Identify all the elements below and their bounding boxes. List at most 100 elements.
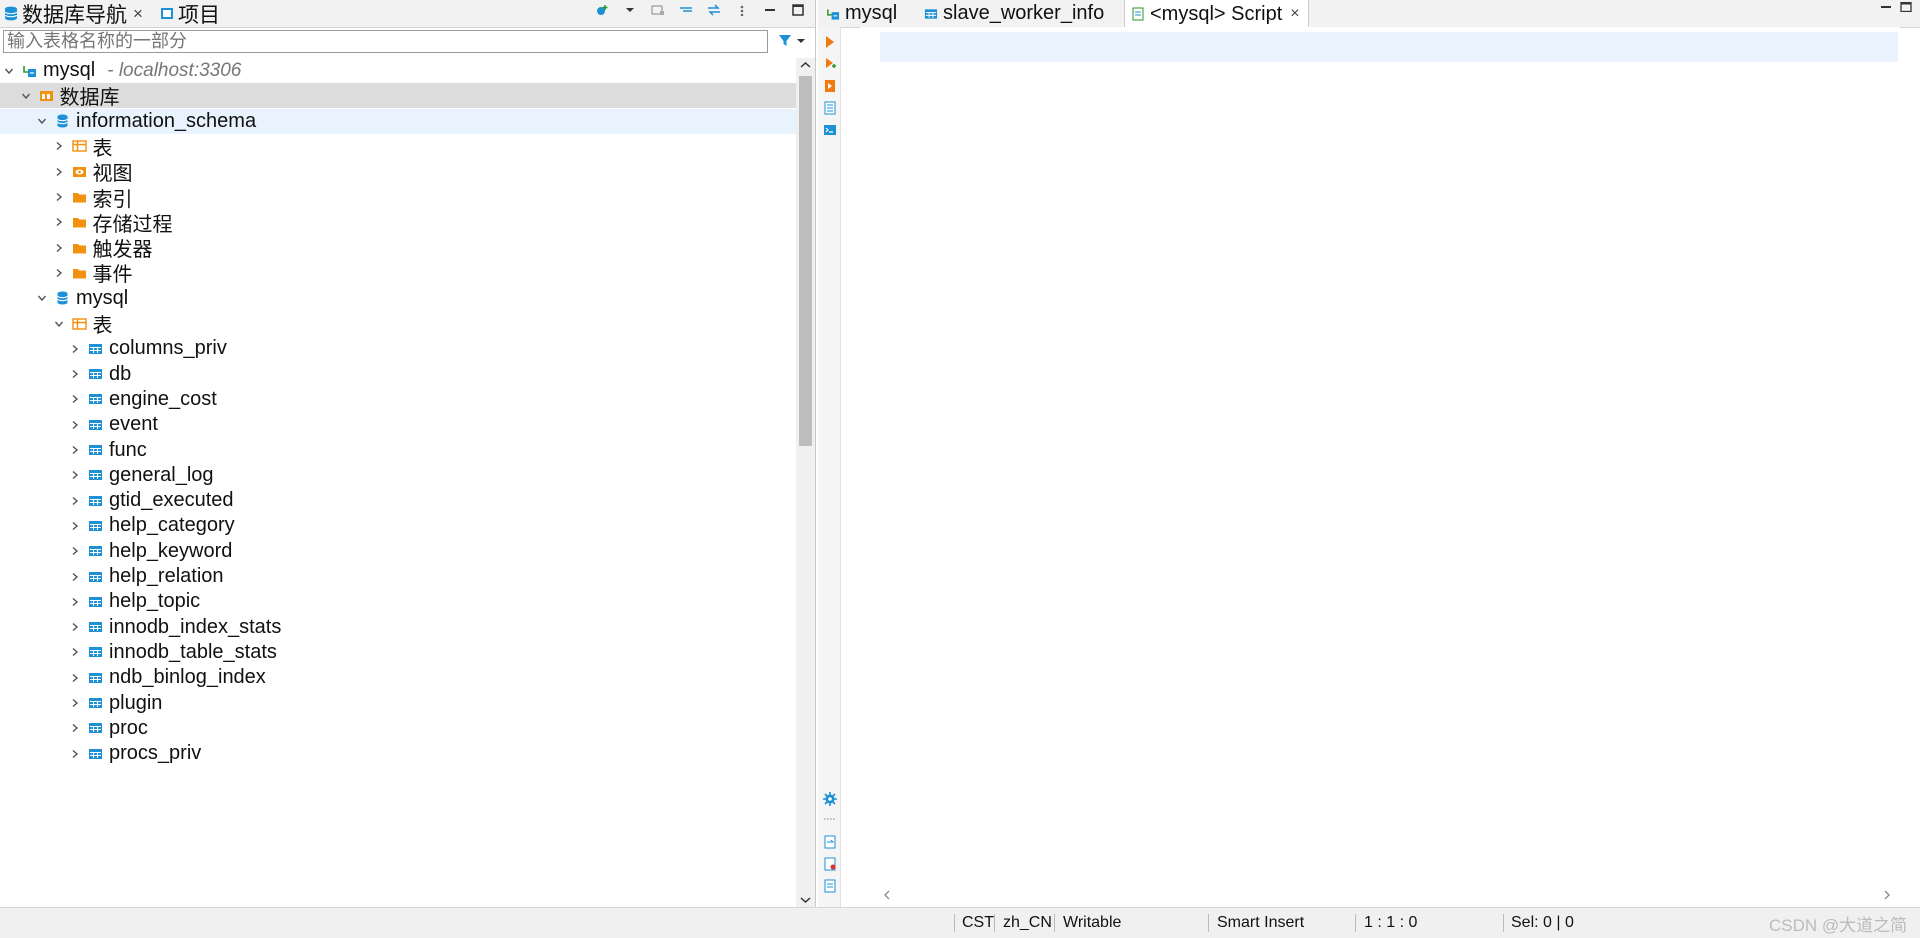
load-script-icon[interactable] <box>823 835 837 849</box>
tree-node[interactable]: procs_priv <box>0 741 796 766</box>
database-icon <box>57 291 68 305</box>
tree-node[interactable]: information_schema <box>0 108 796 134</box>
tree-node[interactable]: event <box>0 412 796 437</box>
chevron-right-icon[interactable] <box>54 167 64 177</box>
editor-tab-label: mysql <box>845 2 898 24</box>
close-icon[interactable]: × <box>133 4 143 24</box>
save-script-icon[interactable] <box>823 857 837 871</box>
chevron-right-icon[interactable] <box>70 521 80 531</box>
editor-tab[interactable]: slave_worker_info <box>924 0 1104 27</box>
view-menu-icon[interactable] <box>735 4 749 16</box>
script-file-icon[interactable] <box>823 879 837 893</box>
tab-database-navigator[interactable]: 数据库导航 × <box>4 0 143 27</box>
tree-node[interactable]: innodb_index_stats <box>0 615 796 640</box>
chevron-right-icon[interactable] <box>70 647 80 657</box>
execute-script-icon[interactable] <box>823 79 837 93</box>
minimize-icon[interactable] <box>1880 2 1892 12</box>
new-folder-icon[interactable] <box>651 4 665 16</box>
chevron-right-icon[interactable] <box>70 622 80 632</box>
tree-node[interactable]: 触发器 <box>0 235 796 261</box>
navigator-scrollbar[interactable] <box>796 58 815 907</box>
scrollbar-thumb[interactable] <box>799 76 812 446</box>
tree-node[interactable]: innodb_table_stats <box>0 640 796 665</box>
tree-node[interactable]: ndb_binlog_index <box>0 665 796 690</box>
chevron-down-icon[interactable] <box>4 66 14 76</box>
table-filter-input[interactable] <box>3 30 768 53</box>
scroll-left-icon[interactable] <box>880 888 894 902</box>
chevron-right-icon[interactable] <box>70 749 80 759</box>
chevron-right-icon[interactable] <box>54 268 64 278</box>
tree-node[interactable]: 索引 <box>0 185 796 211</box>
chevron-right-icon[interactable] <box>70 470 80 480</box>
tab-projects[interactable]: 项目 <box>160 0 220 27</box>
scroll-down-icon[interactable] <box>796 893 815 907</box>
explain-plan-icon[interactable] <box>823 101 837 115</box>
tree-node[interactable]: 存储过程 <box>0 210 796 236</box>
tree-node[interactable]: func <box>0 438 796 463</box>
console-icon[interactable] <box>823 123 837 137</box>
tree-node[interactable]: general_log <box>0 463 796 488</box>
chevron-down-icon[interactable] <box>796 36 806 46</box>
tree-node[interactable]: mysql <box>0 286 796 311</box>
scroll-right-icon[interactable] <box>1880 888 1894 902</box>
chevron-right-icon[interactable] <box>70 698 80 708</box>
tree-node[interactable]: 事件 <box>0 260 796 286</box>
chevron-right-icon[interactable] <box>54 192 64 202</box>
tree-node[interactable]: proc <box>0 716 796 741</box>
editor-tab[interactable]: mysql <box>826 0 897 27</box>
tree-node[interactable]: help_keyword <box>0 539 796 564</box>
chevron-down-icon[interactable] <box>54 319 64 329</box>
chevron-down-icon[interactable] <box>37 116 47 126</box>
tree-node[interactable]: help_category <box>0 513 796 538</box>
chevron-right-icon[interactable] <box>70 673 80 683</box>
chevron-right-icon[interactable] <box>54 141 64 151</box>
chevron-down-icon[interactable] <box>37 293 47 303</box>
new-connection-icon[interactable] <box>595 4 609 16</box>
tree-node[interactable]: 视图 <box>0 159 796 185</box>
gear-icon[interactable] <box>823 792 837 806</box>
chevron-right-icon[interactable] <box>70 496 80 506</box>
chevron-right-icon[interactable] <box>70 546 80 556</box>
status-insert-mode[interactable]: Smart Insert <box>1217 908 1304 938</box>
close-icon[interactable]: × <box>1290 5 1299 23</box>
tree-node[interactable]: plugin <box>0 691 796 716</box>
execute-in-new-tab-icon[interactable] <box>823 57 837 71</box>
chevron-right-icon[interactable] <box>54 217 64 227</box>
chevron-right-icon[interactable] <box>70 344 80 354</box>
more-dots-icon[interactable] <box>823 812 837 826</box>
tree-node[interactable]: 表 <box>0 311 796 337</box>
chevron-right-icon[interactable] <box>70 394 80 404</box>
collapse-all-icon[interactable] <box>679 4 693 16</box>
sql-editor[interactable] <box>860 27 1900 887</box>
chevron-right-icon[interactable] <box>54 243 64 253</box>
tree-node[interactable]: db <box>0 362 796 387</box>
tree-node[interactable]: columns_priv <box>0 336 796 361</box>
tree-node[interactable]: engine_cost <box>0 387 796 412</box>
chevron-down-icon[interactable] <box>21 91 31 101</box>
chevron-down-icon[interactable] <box>623 4 637 16</box>
tree-node[interactable]: help_relation <box>0 564 796 589</box>
editor-tab[interactable]: <mysql> Script × <box>1124 0 1309 28</box>
execute-statement-icon[interactable] <box>823 35 837 49</box>
maximize-icon[interactable] <box>791 4 805 16</box>
chevron-right-icon[interactable] <box>70 420 80 430</box>
chevron-right-icon[interactable] <box>70 572 80 582</box>
tree-node[interactable]: 数据库 <box>0 83 796 109</box>
chevron-right-icon[interactable] <box>70 445 80 455</box>
link-with-editor-icon[interactable] <box>707 4 721 16</box>
minimize-icon[interactable] <box>763 4 777 16</box>
tree-node[interactable]: mysql - localhost:3306 <box>0 58 796 83</box>
tree-node[interactable]: gtid_executed <box>0 488 796 513</box>
editor-horizontal-scrollbar[interactable] <box>860 887 1900 904</box>
chevron-right-icon[interactable] <box>70 369 80 379</box>
tree-node[interactable]: 表 <box>0 134 796 160</box>
scroll-up-icon[interactable] <box>796 58 815 72</box>
tree-node[interactable]: help_topic <box>0 589 796 614</box>
database-navigator-panel: 数据库导航 × 项目 mysql - localhost:3306 数据库infor… <box>0 0 816 907</box>
status-write-mode[interactable]: Writable <box>1063 908 1121 938</box>
chevron-right-icon[interactable] <box>70 723 80 733</box>
filter-icon[interactable] <box>778 34 792 48</box>
chevron-right-icon[interactable] <box>70 597 80 607</box>
status-cursor-position[interactable]: 1 : 1 : 0 <box>1364 908 1417 938</box>
maximize-icon[interactable] <box>1900 2 1912 12</box>
